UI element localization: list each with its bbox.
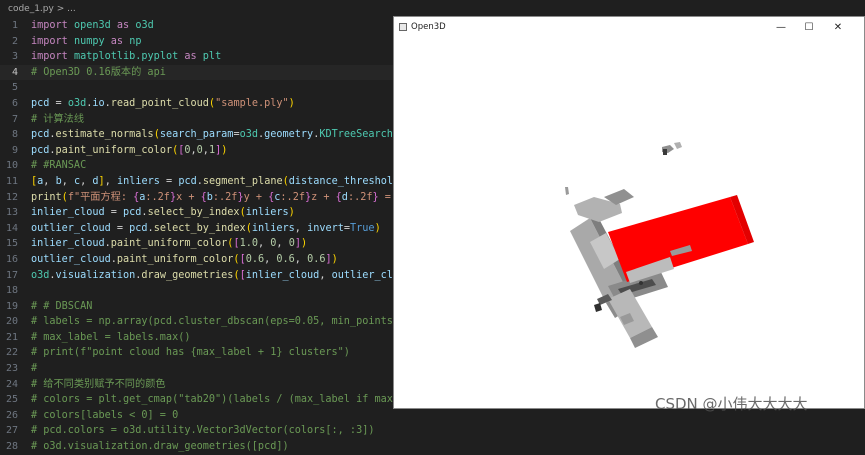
open3d-titlebar[interactable]: Open3D — ☐ ✕ — [394, 17, 864, 37]
point-cloud-viewport[interactable] — [394, 37, 864, 408]
maximize-button[interactable]: ☐ — [801, 19, 817, 35]
open3d-window-title: Open3D — [411, 22, 446, 32]
close-button[interactable]: ✕ — [830, 19, 846, 35]
inlier-plane — [608, 195, 754, 283]
minimize-button[interactable]: — — [773, 19, 789, 35]
breadcrumb-path: code_1.py > ... — [8, 4, 76, 14]
floating-object-tiny — [565, 187, 569, 195]
floating-object-small — [662, 142, 682, 155]
open3d-app-icon — [399, 23, 407, 31]
code-line[interactable]: 28 # o3d.visualization.draw_geometries([p… — [0, 439, 865, 455]
csdn-watermark: CSDN @小伟大大大大 — [655, 395, 808, 413]
open3d-window[interactable]: Open3D — ☐ ✕ — [393, 16, 865, 409]
point-cloud-render[interactable] — [394, 37, 864, 408]
code-line[interactable]: 27 # pcd.colors = o3d.utility.Vector3dVec… — [0, 423, 865, 439]
